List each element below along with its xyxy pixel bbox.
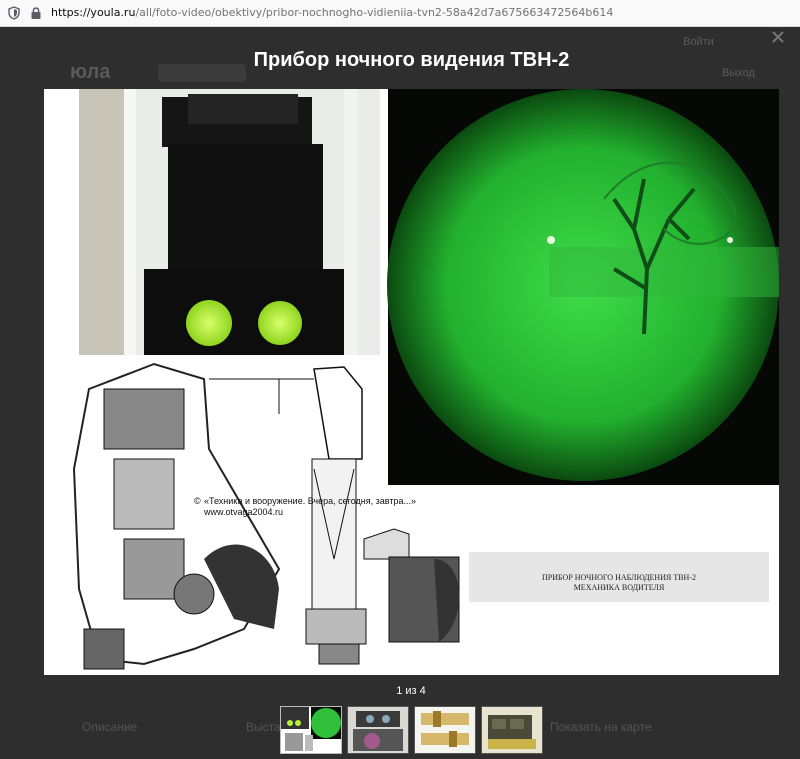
address-bar[interactable]: https://youla.ru/all/foto-video/obektivy… bbox=[0, 0, 800, 27]
modal-title: Прибор ночного видения ТВН-2 bbox=[253, 49, 570, 71]
url-host: https://youla.ru bbox=[51, 6, 136, 19]
thumbnail-2[interactable] bbox=[347, 706, 409, 754]
device-photo bbox=[79, 89, 380, 355]
background-footer-left: Описание bbox=[82, 720, 138, 734]
url-path: /all/foto-video/obektivy/pribor-nochnogh… bbox=[135, 6, 614, 19]
label-card-line-2: МЕХАНИКА ВОДИТЕЛЯ bbox=[574, 583, 665, 592]
night-vision-view bbox=[387, 89, 779, 485]
photo-counter: 1 из 4 bbox=[396, 685, 426, 697]
thumbnail-1-image bbox=[281, 707, 341, 753]
label-card-line-1: ПРИБОР НОЧНОГО НАБЛЮДЕНИЯ ТВН-2 bbox=[542, 573, 696, 582]
thumbnail-1[interactable] bbox=[280, 706, 342, 754]
thumbnail-3-image bbox=[415, 707, 475, 753]
main-photo[interactable]: © «Техника и вооружение. Вчера, сегодня,… bbox=[44, 89, 779, 675]
thumbnail-4-image bbox=[482, 707, 542, 753]
photo-caption-copy: © bbox=[194, 496, 201, 506]
photo-caption-site: www.otvaga2004.ru bbox=[203, 507, 283, 517]
thumbnail-2-image bbox=[348, 707, 408, 753]
label-card: ПРИБОР НОЧНОГО НАБЛЮДЕНИЯ ТВН-2 МЕХАНИКА… bbox=[469, 552, 769, 602]
background-header-right: Войти bbox=[683, 36, 714, 48]
shield-icon[interactable] bbox=[8, 6, 20, 20]
thumbnail-4[interactable] bbox=[481, 706, 543, 754]
photo-collage: © «Техника и вооружение. Вчера, сегодня,… bbox=[72, 89, 779, 670]
photo-caption-top: «Техника и вооружение. Вчера, сегодня, з… bbox=[204, 496, 416, 506]
close-icon[interactable] bbox=[771, 30, 785, 44]
thumbnail-3[interactable] bbox=[414, 706, 476, 754]
url-text[interactable]: https://youla.ru/all/foto-video/obektivy… bbox=[51, 6, 613, 19]
background-footer-right: Показать на карте bbox=[550, 720, 652, 734]
lock-icon[interactable] bbox=[30, 6, 42, 20]
